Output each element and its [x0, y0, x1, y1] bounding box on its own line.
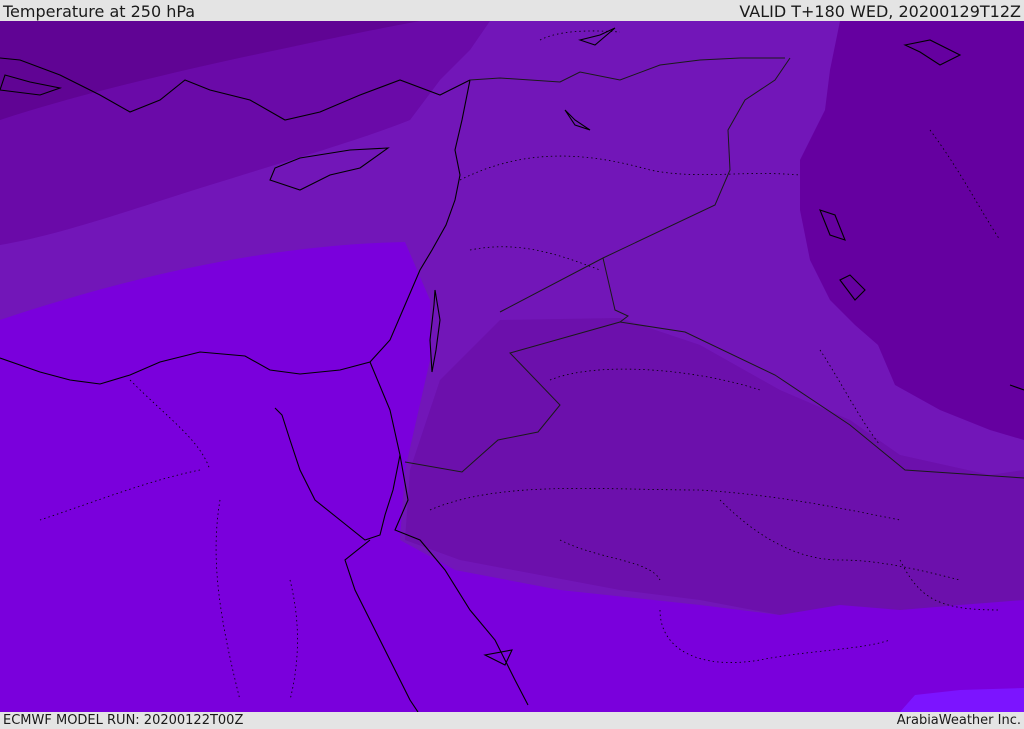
- credit-text: ArabiaWeather Inc.: [896, 713, 1021, 728]
- footer-bar: ECMWF MODEL RUN: 20200122T00Z ArabiaWeat…: [0, 712, 1024, 729]
- map-title: Temperature at 250 hPa: [3, 2, 196, 21]
- weather-map: [0, 21, 1024, 712]
- header-bar: Temperature at 250 hPa VALID T+180 WED, …: [0, 0, 1024, 21]
- model-run: ECMWF MODEL RUN: 20200122T00Z: [3, 713, 244, 728]
- valid-time: VALID T+180 WED, 20200129T12Z: [739, 2, 1021, 21]
